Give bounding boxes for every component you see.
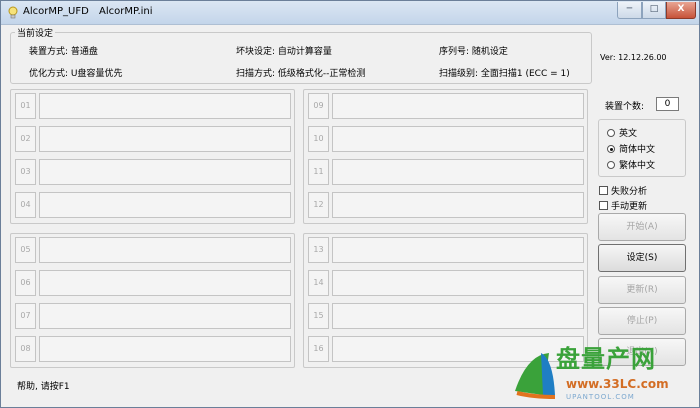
port-status-bar — [332, 270, 584, 296]
port-panel-left-top: 01 02 03 04 — [10, 89, 295, 224]
language-label: 繁体中文 — [619, 161, 656, 171]
optimize-setting: 优化方式: U盘容量优先 — [29, 69, 123, 79]
maximize-button[interactable]: □ — [642, 2, 666, 19]
update-button[interactable]: 更新(R) — [598, 276, 686, 304]
device-count-label: 装置个数: — [605, 102, 645, 112]
port-status-bar — [39, 93, 291, 119]
port-status-bar — [332, 93, 584, 119]
settings-button[interactable]: 设定(S) — [598, 244, 686, 272]
port-status-bar — [332, 159, 584, 185]
radio-checked-icon — [607, 145, 615, 153]
device-type-setting: 装置方式: 普通盘 — [29, 47, 98, 57]
serial-setting: 序列号: 随机设定 — [439, 47, 508, 57]
help-status-text: 帮助, 请按F1 — [17, 382, 70, 392]
radio-icon — [607, 129, 615, 137]
bad-block-setting: 坏块设定: 自动计算容量 — [236, 47, 332, 57]
port-status-bar — [39, 126, 291, 152]
device-count-value: 0 — [656, 97, 679, 111]
port-status-bar — [332, 126, 584, 152]
port-number: 02 — [15, 126, 36, 152]
port-slot[interactable]: 11 — [307, 158, 586, 186]
start-button[interactable]: 开始(A) — [598, 213, 686, 241]
port-slot[interactable]: 07 — [14, 302, 293, 330]
fail-analysis-label: 失败分析 — [611, 187, 648, 197]
port-status-bar — [332, 303, 584, 329]
port-number: 15 — [308, 303, 329, 329]
port-status-bar — [332, 237, 584, 263]
port-status-bar — [39, 270, 291, 296]
manual-update-checkbox[interactable]: 手动更新 — [599, 199, 647, 213]
port-status-bar — [39, 303, 291, 329]
port-number: 06 — [15, 270, 36, 296]
port-slot[interactable]: 12 — [307, 191, 586, 219]
current-settings-title: 当前设定 — [15, 26, 56, 39]
title-bar[interactable]: AlcorMP_UFD AlcorMP.ini ─ □ X — [1, 1, 699, 25]
port-slot[interactable]: 04 — [14, 191, 293, 219]
port-number: 08 — [15, 336, 36, 362]
lightbulb-icon — [8, 6, 18, 19]
language-label: 简体中文 — [619, 145, 656, 155]
port-number: 05 — [15, 237, 36, 263]
port-number: 01 — [15, 93, 36, 119]
current-settings-group: 当前设定 装置方式: 普通盘 坏块设定: 自动计算容量 序列号: 随机设定 优化… — [10, 26, 592, 84]
radio-icon — [607, 161, 615, 169]
scan-mode-setting: 扫描方式: 低级格式化--正常检测 — [236, 69, 366, 79]
port-number: 10 — [308, 126, 329, 152]
port-number: 03 — [15, 159, 36, 185]
port-number: 12 — [308, 192, 329, 218]
language-option-simplified-chinese[interactable]: 简体中文 — [607, 142, 655, 156]
port-panel-left-bottom: 05 06 07 08 — [10, 233, 295, 368]
port-slot[interactable]: 09 — [307, 92, 586, 120]
version-label: Ver: 12.12.26.00 — [600, 53, 667, 62]
port-number: 16 — [308, 336, 329, 362]
port-status-bar — [39, 192, 291, 218]
checkbox-icon — [599, 201, 608, 210]
main-window: AlcorMP_UFD AlcorMP.ini ─ □ X 当前设定 装置方式:… — [0, 0, 700, 408]
port-slot[interactable]: 10 — [307, 125, 586, 153]
watermark-subtitle: UPANTOOL.COM — [566, 393, 635, 401]
watermark-url: www.33LC.com — [566, 377, 669, 391]
port-number: 07 — [15, 303, 36, 329]
port-slot[interactable]: 15 — [307, 302, 586, 330]
port-slot[interactable]: 05 — [14, 236, 293, 264]
watermark-brand: 盘量产网 — [556, 345, 656, 373]
port-slot[interactable]: 03 — [14, 158, 293, 186]
window-title-app: AlcorMP_UFD — [23, 6, 89, 17]
manual-update-label: 手动更新 — [611, 202, 648, 212]
port-slot[interactable]: 14 — [307, 269, 586, 297]
port-status-bar — [39, 237, 291, 263]
port-number: 13 — [308, 237, 329, 263]
port-number: 11 — [308, 159, 329, 185]
port-panel-right-top: 09 10 11 12 — [303, 89, 588, 224]
checkbox-icon — [599, 186, 608, 195]
fail-analysis-checkbox[interactable]: 失败分析 — [599, 184, 647, 198]
close-button[interactable]: X — [666, 2, 696, 19]
port-status-bar — [39, 336, 291, 362]
language-option-traditional-chinese[interactable]: 繁体中文 — [607, 158, 655, 172]
port-number: 04 — [15, 192, 36, 218]
port-slot[interactable]: 13 — [307, 236, 586, 264]
port-number: 14 — [308, 270, 329, 296]
window-title-ini: AlcorMP.ini — [99, 6, 153, 17]
port-slot[interactable]: 08 — [14, 335, 293, 363]
language-label: 英文 — [619, 129, 638, 139]
language-option-english[interactable]: 英文 — [607, 126, 637, 140]
port-slot[interactable]: 02 — [14, 125, 293, 153]
port-slot[interactable]: 06 — [14, 269, 293, 297]
stop-button[interactable]: 停止(P) — [598, 307, 686, 335]
scan-level-setting: 扫描级别: 全面扫描1 (ECC = 1) — [439, 69, 570, 79]
port-slot[interactable]: 01 — [14, 92, 293, 120]
minimize-button[interactable]: ─ — [617, 2, 642, 19]
port-status-bar — [332, 192, 584, 218]
port-number: 09 — [308, 93, 329, 119]
language-group: 英文 简体中文 繁体中文 — [598, 119, 686, 177]
port-status-bar — [39, 159, 291, 185]
